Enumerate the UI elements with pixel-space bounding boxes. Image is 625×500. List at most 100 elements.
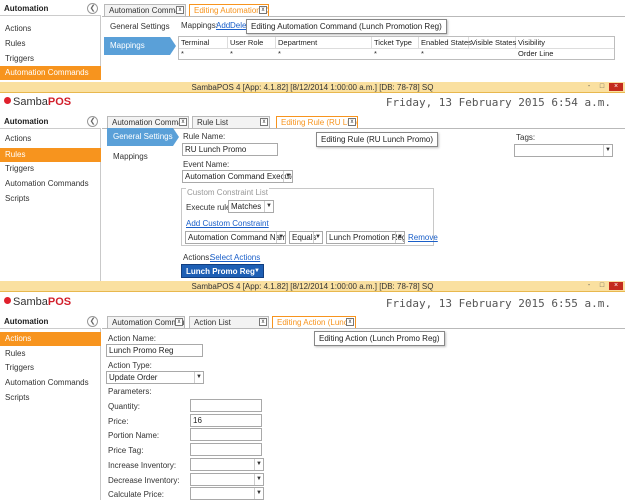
circle-arrow-left-icon[interactable]: ❮ — [87, 316, 98, 327]
constraint-field-select[interactable]: Automation Command Name ▼ — [185, 231, 286, 244]
sidebar-item-automation-commands[interactable]: Automation Commands — [0, 177, 101, 191]
close-icon[interactable]: x — [179, 118, 187, 126]
sidebar-item-actions[interactable]: Actions — [0, 332, 101, 346]
sidebar-item-triggers[interactable]: Triggers — [0, 52, 101, 66]
chevron-down-icon: ▼ — [395, 232, 404, 243]
tab-divider — [102, 16, 625, 17]
tab-automation-commands[interactable]: Automation Comman x — [104, 4, 186, 16]
param-calculate-price-label: Calculate Price: — [108, 490, 165, 499]
tab-automation-commands[interactable]: Automation Comman x — [107, 316, 185, 328]
chevron-down-icon: ▼ — [254, 268, 260, 274]
table-row-cell[interactable]: * — [419, 48, 424, 59]
param-price-tag-input[interactable] — [190, 443, 262, 456]
tab-editing-action[interactable]: Editing Action (Lunch x — [272, 316, 356, 328]
sidebar-title: Automation — [4, 117, 49, 126]
action-item-button[interactable]: Lunch Promo Reg ▼ — [181, 264, 264, 278]
rule-name-input[interactable]: RU Lunch Promo — [182, 143, 278, 156]
close-icon[interactable]: x — [260, 118, 268, 126]
action-type-value: Update Order — [109, 373, 158, 382]
sidebar-item-scripts[interactable]: Scripts — [0, 391, 101, 405]
tab-editing-automation-command[interactable]: Editing Automation C x — [189, 4, 269, 16]
sidebar-item-triggers[interactable]: Triggers — [0, 162, 101, 176]
table-row-cell[interactable]: * — [179, 48, 184, 59]
tags-select[interactable]: ▼ — [514, 144, 613, 157]
sidebar-item-actions[interactable]: Actions — [0, 132, 101, 146]
circle-arrow-left-icon[interactable]: ❮ — [87, 116, 98, 127]
parameters-label: Parameters: — [108, 387, 152, 396]
action-type-select[interactable]: Update Order ▼ — [106, 371, 204, 384]
constraint-value-select[interactable]: Lunch Promotion Reg ▼ — [326, 231, 405, 244]
sidebar-item-scripts[interactable]: Scripts — [0, 192, 101, 206]
select-actions-link[interactable]: Select Actions — [210, 253, 260, 262]
sidebar-header: Automation ❮ — [0, 315, 101, 329]
event-name-select[interactable]: Automation Command Executed ▼ — [182, 170, 293, 183]
sidebar: Automation ❮ Actions Rules Triggers Auto… — [0, 115, 101, 281]
sidebar-title: Automation — [4, 317, 49, 326]
close-icon[interactable]: x — [346, 318, 354, 326]
editing-tooltip: Editing Action (Lunch Promo Reg) — [314, 331, 445, 346]
param-price-input[interactable]: 16 — [190, 414, 262, 427]
close-icon[interactable]: x — [175, 318, 183, 326]
param-decrease-inventory-label: Decrease Inventory: — [108, 476, 180, 485]
table-row-cell[interactable]: * — [276, 48, 281, 59]
param-calculate-price-select[interactable]: ▼ — [190, 487, 264, 500]
column-header-user-role[interactable]: User Role — [228, 37, 276, 48]
tab-rule-list[interactable]: Rule List x — [192, 116, 270, 128]
sidebar-header: Automation ❮ — [0, 2, 101, 16]
minimize-icon[interactable]: - — [584, 83, 594, 91]
nav-general-settings[interactable]: General Settings — [104, 18, 170, 36]
sidebar-item-automation-commands[interactable]: Automation Commands — [0, 66, 101, 80]
sambapos-logo: SambaPOS — [4, 96, 71, 108]
param-quantity-input[interactable] — [190, 399, 262, 412]
add-custom-constraint-link[interactable]: Add Custom Constraint — [186, 219, 269, 228]
execute-rule-select[interactable]: Matches ▼ — [228, 200, 274, 213]
nav-general-settings[interactable]: General Settings — [107, 128, 173, 146]
close-icon[interactable]: x — [348, 118, 356, 126]
circle-arrow-left-icon[interactable]: ❮ — [87, 3, 98, 14]
param-decrease-inventory-select[interactable]: ▼ — [190, 473, 264, 486]
action-name-input[interactable]: Lunch Promo Reg — [106, 344, 203, 357]
sidebar-item-triggers[interactable]: Triggers — [0, 361, 101, 375]
close-window-icon[interactable]: × — [609, 282, 623, 290]
remove-constraint-link[interactable]: Remove — [408, 233, 438, 242]
sidebar-item-rules[interactable]: Rules — [0, 148, 101, 162]
param-portion-name-input[interactable] — [190, 428, 262, 441]
table-row-cell[interactable]: Order Line — [516, 48, 553, 59]
close-icon[interactable]: x — [176, 6, 184, 14]
close-icon[interactable]: x — [259, 318, 267, 326]
window-title: SambaPOS 4 [App: 4.1.82] [8/12/2014 1:00… — [191, 83, 434, 92]
sidebar-item-actions[interactable]: Actions — [0, 22, 101, 36]
chevron-down-icon: ▼ — [276, 232, 285, 243]
column-header-ticket-type[interactable]: Ticket Type — [372, 37, 419, 48]
nav-mappings[interactable]: Mappings — [107, 148, 173, 166]
sidebar-item-automation-commands[interactable]: Automation Commands — [0, 376, 101, 390]
column-header-enabled-states[interactable]: Enabled States — [419, 37, 472, 48]
execute-rule-value: Matches — [231, 202, 262, 211]
panel-automation-command-editor: Automation ❮ Actions Rules Triggers Auto… — [0, 0, 625, 82]
tab-automation-commands[interactable]: Automation Comman x — [107, 116, 189, 128]
tab-editing-rule[interactable]: Editing Rule (RU Lunc x — [276, 116, 358, 128]
column-header-department[interactable]: Department — [276, 37, 372, 48]
constraint-operator-select[interactable]: Equals ▼ — [289, 231, 323, 244]
column-header-terminal[interactable]: Terminal — [179, 37, 228, 48]
column-header-visible-states[interactable]: Visible States — [469, 37, 516, 48]
maximize-icon[interactable]: □ — [597, 83, 607, 91]
tab-action-list[interactable]: Action List x — [189, 316, 269, 328]
clock: Friday, 13 February 2015 6:55 a.m. — [385, 297, 611, 310]
sidebar-item-rules[interactable]: Rules — [0, 347, 101, 361]
minimize-icon[interactable]: - — [584, 282, 594, 290]
maximize-icon[interactable]: □ — [597, 282, 607, 290]
logo-suffix: POS — [47, 296, 72, 308]
table-row-cell[interactable]: * — [228, 48, 233, 59]
add-mapping-link[interactable]: Add — [216, 21, 230, 30]
close-icon[interactable]: x — [259, 6, 267, 14]
close-window-icon[interactable]: × — [609, 83, 623, 91]
column-header-visibility[interactable]: Visibility — [516, 37, 614, 48]
sidebar-item-rules[interactable]: Rules — [0, 37, 101, 51]
chevron-down-icon: ▼ — [254, 459, 263, 470]
rule-name-label: Rule Name: — [183, 132, 226, 141]
custom-constraint-group: Custom Constraint List Execute rule if M… — [181, 188, 438, 246]
table-row-cell[interactable]: * — [372, 48, 377, 59]
param-increase-inventory-select[interactable]: ▼ — [190, 458, 264, 471]
nav-mappings[interactable]: Mappings — [104, 37, 170, 55]
